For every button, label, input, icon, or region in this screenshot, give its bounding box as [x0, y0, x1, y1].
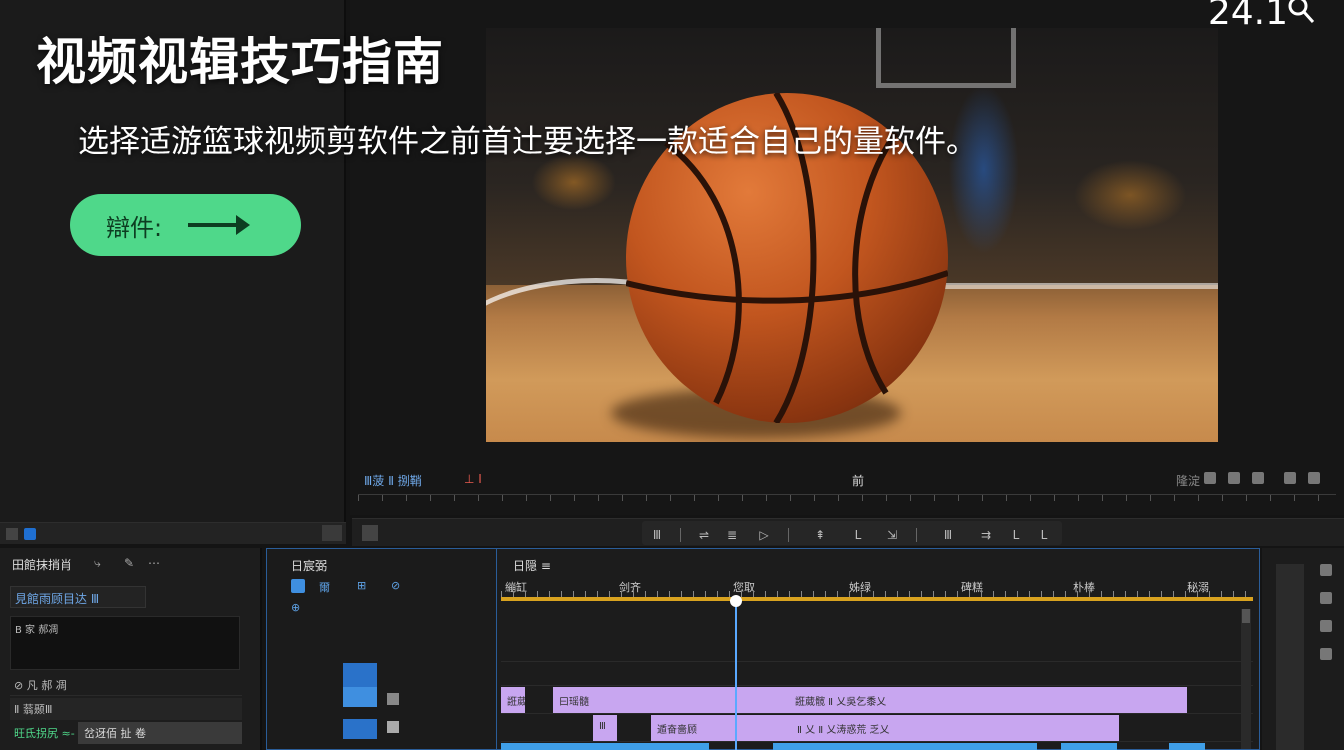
project-row-icon[interactable] [291, 579, 305, 596]
go-to-in-button[interactable]: ⇌ [694, 527, 714, 543]
timeline-scrollbar[interactable] [1241, 609, 1251, 749]
chain-icon[interactable]: ✎ [124, 556, 134, 570]
effects-list[interactable]: B 家 郝凋 [10, 616, 240, 670]
timeline-clip[interactable]: 誑葳髋 Ⅱ 乂吳乞黍乂 [789, 687, 1187, 713]
time-ruler[interactable] [501, 597, 1253, 601]
trim-button[interactable]: L [1034, 527, 1054, 543]
playhead-line[interactable] [735, 599, 737, 750]
current-timecode[interactable]: Ⅲ菠 Ⅱ 捌鞘 [364, 472, 422, 489]
lock-icon[interactable] [387, 721, 399, 733]
software-button[interactable]: 辯件: [70, 194, 301, 256]
audio-clip[interactable] [773, 743, 1037, 750]
insert-button[interactable]: ⇲ [882, 527, 902, 543]
step-forward-button[interactable]: ⇞ [810, 527, 830, 543]
project-panel-title[interactable]: 日宸弼 [291, 557, 327, 574]
safe-margins-icon[interactable] [1284, 472, 1296, 484]
audio-meter-panel [1262, 548, 1344, 750]
add-marker-button[interactable] [362, 525, 378, 541]
solo-icon[interactable] [1320, 592, 1332, 604]
effects-panel-title[interactable]: 田館抹捎肖 [12, 556, 72, 573]
clip-label: 遁奋嗇顾 [657, 725, 697, 736]
effects-row[interactable]: 旺氐拐尻 ≈- 岔迓佰 扯 卷 [10, 722, 242, 744]
monitor-scrub-bar[interactable] [358, 494, 1336, 510]
effects-row[interactable]: Ⅱ 蓊颞Ⅲ [10, 698, 242, 720]
timeline-clip[interactable]: Ⅱ 乂 Ⅱ 乂涛惑荒 乏乂 [791, 715, 1119, 741]
playhead-handle[interactable] [730, 595, 742, 607]
clip-label: Ⅲ [599, 721, 606, 732]
project-row-label[interactable]: 爾 [319, 579, 330, 595]
audio-clip[interactable] [1169, 743, 1205, 750]
timeline-panel: 日隠 ≡ 繃缸 剑齐 您取 姊绿 碑糕 朴棒 秘溺 誑葳 曰瑶髓 誑葳髋 Ⅱ 乂… [496, 548, 1260, 750]
effects-row-label: ⊘ 凡 郝 凋 [14, 679, 67, 692]
audio-meter [1276, 564, 1304, 750]
menu-icon[interactable]: ⋯ [148, 556, 160, 570]
project-row-label[interactable]: ⊞ [357, 579, 366, 592]
lock-icon[interactable] [387, 693, 399, 705]
effects-row-value[interactable]: 岔迓佰 扯 卷 [78, 722, 242, 744]
software-button-label: 辯件: [106, 213, 163, 242]
effects-row-label: 旺氐拐尻 ≈- [14, 727, 75, 740]
in-point-marker[interactable]: ⊥ Ⅰ [464, 472, 482, 486]
play-button[interactable]: ▷ [754, 527, 774, 543]
clip-label: 誑葳 [507, 697, 525, 708]
video-preview[interactable] [486, 28, 1218, 442]
corner-version-text: 24.1 [1207, 0, 1288, 33]
step-back-button[interactable]: ≣ [722, 527, 742, 543]
effects-search-input[interactable]: 見館雨顾目达 Ⅲ [10, 586, 146, 608]
overlay-title: 视频视辑技巧指南 [36, 33, 444, 91]
effects-panel: 田館抹捎肖 ⤷ ✎ ⋯ 見館雨顾目达 Ⅲ B 家 郝凋 ⊘ 凡 郝 凋 Ⅱ 蓊颞… [0, 548, 262, 750]
project-panel: 日宸弼 爾 ⊞ ⊘ ⊕ [266, 548, 496, 750]
effects-row[interactable]: ⊘ 凡 郝 凋 [10, 674, 242, 696]
meter-menu-icon[interactable] [1320, 564, 1332, 576]
go-to-out-button[interactable]: L [848, 527, 868, 543]
monitor-status-bar: Ⅲ菠 Ⅱ 捌鞘 ⊥ Ⅰ 前 隆淀 [354, 466, 1340, 490]
backboard-graphic [876, 28, 1016, 88]
effects-row-label: Ⅱ 蓊颞Ⅲ [14, 703, 53, 716]
clip-label: 誑葳髋 Ⅱ 乂吳乞黍乂 [795, 697, 887, 708]
scrollbar-thumb[interactable] [1242, 609, 1250, 623]
duration-label: 隆淀 [1175, 474, 1200, 488]
extract-button[interactable]: L [1006, 527, 1026, 543]
source-panel-footer [0, 522, 346, 544]
arrow-right-icon [188, 215, 251, 235]
lift-button[interactable]: ⇉ [976, 527, 996, 543]
export-frame-icon[interactable] [1228, 472, 1240, 484]
project-row-label[interactable]: ⊘ [391, 579, 400, 592]
audio-clip[interactable] [501, 743, 709, 750]
clip-label: Ⅱ 乂 Ⅱ 乂涛惑荒 乏乂 [797, 725, 890, 736]
transport-controls: Ⅲ ⇌ ≣ ▷ ⇞ L ⇲ Ⅲ ⇉ L L [352, 518, 1344, 546]
settings-icon[interactable] [1204, 472, 1216, 484]
timeline-clip[interactable]: Ⅲ [593, 715, 617, 741]
court-line-straight [926, 283, 1218, 289]
transport-button-group: Ⅲ ⇌ ≣ ▷ ⇞ L ⇲ Ⅲ ⇉ L L [642, 521, 1062, 545]
timeline-clip[interactable]: 曰瑶髓 [553, 687, 789, 713]
track-toggle[interactable] [343, 687, 377, 707]
record-icon[interactable] [1320, 648, 1332, 660]
track-toggle[interactable] [343, 663, 377, 687]
clip-label: 曰瑶髓 [559, 697, 589, 708]
folder-icon [291, 579, 305, 593]
expand-icon[interactable] [1308, 472, 1320, 484]
panel-scrollbar[interactable] [322, 525, 342, 541]
fit-label[interactable]: 前 [852, 472, 864, 489]
panel-menu-icon[interactable] [6, 528, 18, 540]
project-row-label[interactable]: ⊕ [291, 601, 300, 614]
timeline-clip[interactable]: 誑葳 [501, 687, 525, 713]
pin-icon[interactable]: ⤷ [94, 556, 101, 571]
search-icon[interactable] [1286, 0, 1316, 26]
overwrite-button[interactable]: Ⅲ [938, 527, 958, 543]
mute-icon[interactable] [1320, 620, 1332, 632]
loop-icon[interactable] [1252, 472, 1264, 484]
panel-link-icon[interactable] [24, 528, 36, 540]
timeline-clip[interactable]: 遁奋嗇顾 [651, 715, 791, 741]
overlay-subtitle: 选择适游篮球视频剪软件之前首辻要选择一款适合自己的量软件。 [78, 124, 977, 160]
track-toggle[interactable] [343, 719, 377, 739]
mark-in-button[interactable]: Ⅲ [646, 527, 668, 543]
list-item[interactable]: B 家 郝凋 [15, 625, 58, 636]
audio-clip[interactable] [1061, 743, 1117, 750]
sequence-title[interactable]: 日隠 ≡ [513, 557, 551, 574]
